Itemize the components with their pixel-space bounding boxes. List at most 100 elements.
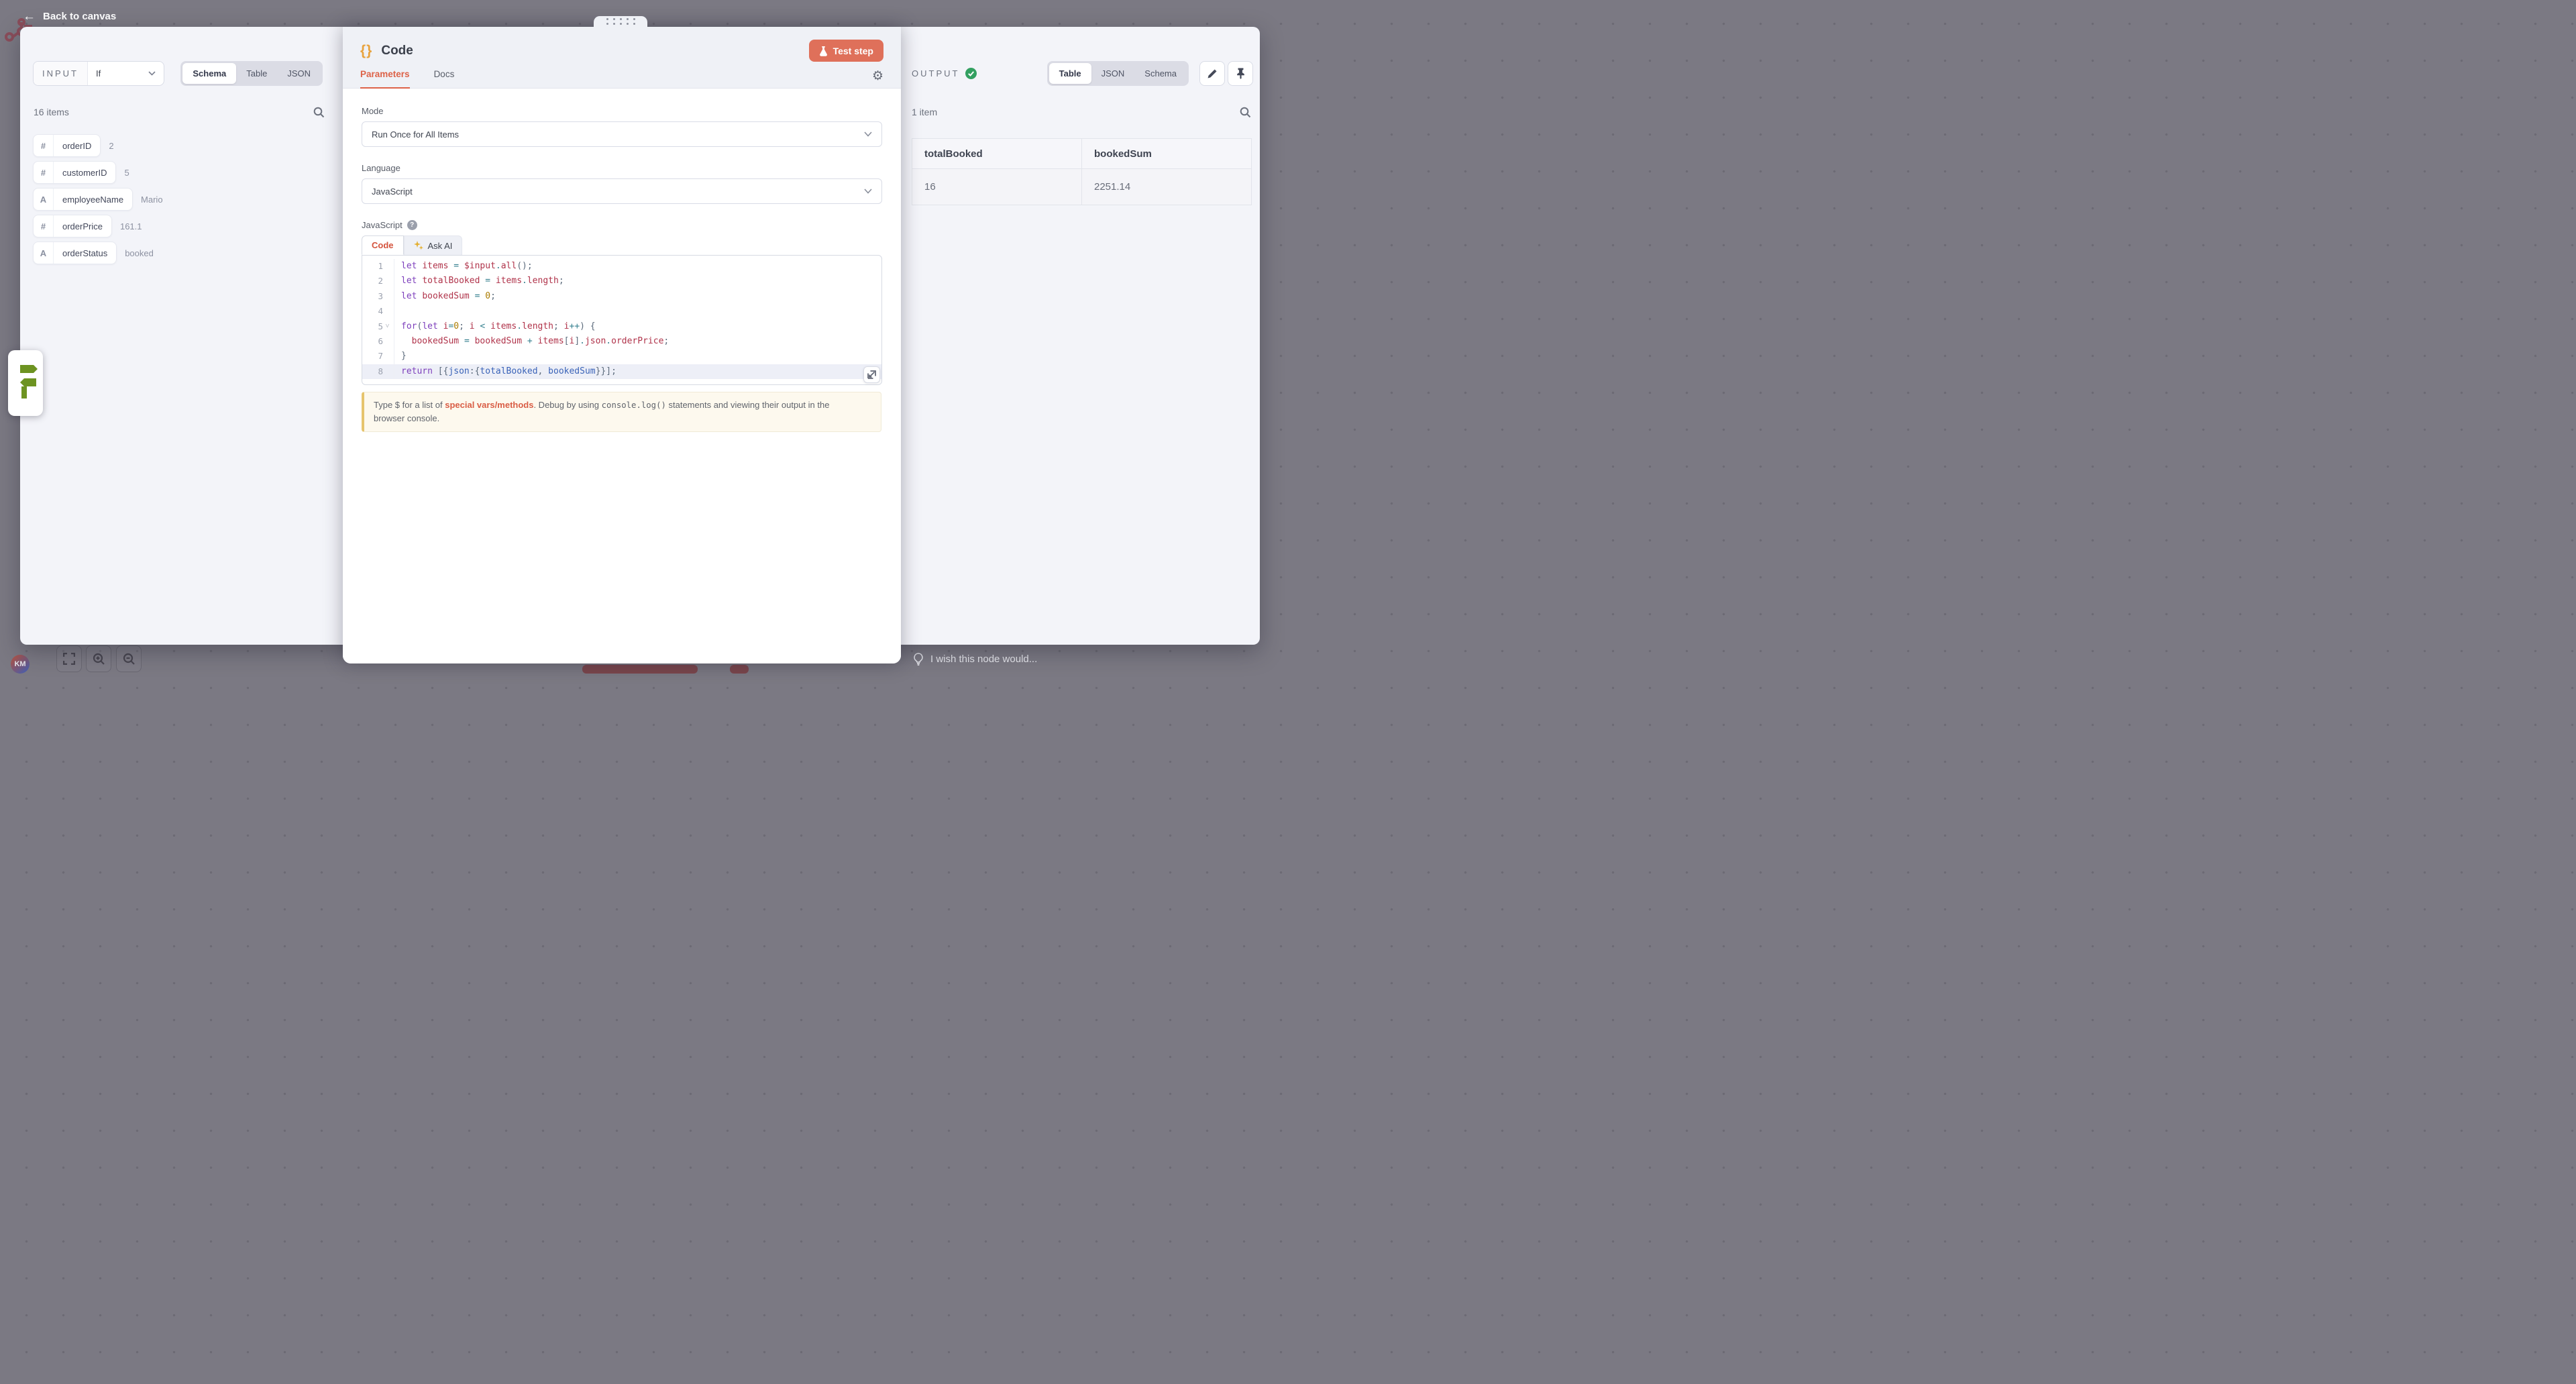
back-to-canvas-button[interactable]: ← Back to canvas <box>23 10 116 23</box>
chevron-down-icon <box>864 189 872 194</box>
zoom-in-icon <box>93 653 105 666</box>
user-avatar[interactable]: KM <box>11 655 30 674</box>
fit-view-icon <box>63 653 75 665</box>
flask-icon <box>819 46 828 56</box>
code-text: return [{json:{totalBooked, bookedSum}}]… <box>394 364 616 379</box>
schema-field[interactable]: AemployeeNameMario <box>33 188 163 211</box>
editor-hint: Type $ for a list of special vars/method… <box>362 392 881 432</box>
output-table: totalBookedbookedSum 162251.14 <box>912 138 1252 205</box>
pin-icon <box>1236 68 1246 79</box>
schema-field[interactable]: #customerID 5 <box>33 161 163 184</box>
zoom-out-button[interactable] <box>116 645 142 672</box>
code-line-6[interactable]: 6 bookedSum = bookedSum + items[i].json.… <box>362 334 881 349</box>
help-icon[interactable]: ? <box>407 220 417 230</box>
tab-ask-ai[interactable]: Ask AI <box>404 235 463 255</box>
output-label: OUTPUT <box>912 68 959 78</box>
field-value: 5 <box>124 168 129 178</box>
dimmed-execute-button <box>582 665 698 674</box>
field-pill[interactable]: #customerID <box>33 161 116 184</box>
field-pill[interactable]: AorderStatus <box>33 242 117 264</box>
code-line-3[interactable]: 3let bookedSum = 0; <box>362 289 881 304</box>
schema-field[interactable]: #orderPrice161.1 <box>33 215 163 237</box>
code-line-4[interactable]: 4 <box>362 304 881 319</box>
if-node-card[interactable] <box>8 350 43 416</box>
lightbulb-icon <box>914 653 923 666</box>
output-search-button[interactable] <box>1238 105 1252 119</box>
fold-chevron-icon[interactable]: ˅ <box>383 319 392 334</box>
chevron-down-icon <box>148 71 156 76</box>
output-column-header: bookedSum <box>1082 139 1252 169</box>
search-icon <box>313 107 325 118</box>
input-search-button[interactable] <box>312 105 325 119</box>
tab-input-table[interactable]: Table <box>236 63 277 84</box>
node-settings-gear-icon[interactable]: ⚙ <box>872 70 883 88</box>
output-row[interactable]: 162251.14 <box>912 169 1252 205</box>
code-line-2[interactable]: 2let totalBooked = items.length; <box>362 274 881 288</box>
back-arrow-icon: ← <box>23 10 36 23</box>
input-label: INPUT <box>34 62 88 85</box>
schema-field[interactable]: #orderID2 <box>33 134 163 157</box>
field-name: employeeName <box>54 189 132 210</box>
field-pill[interactable]: #orderID <box>33 134 101 157</box>
input-schema-fields: #orderID2 #customerID 5 AemployeeNameMario #… <box>33 134 163 264</box>
back-label: Back to canvas <box>43 11 116 22</box>
tab-output-table[interactable]: Table <box>1049 63 1091 84</box>
expand-editor-button[interactable] <box>863 366 880 383</box>
schema-field[interactable]: AorderStatus booked <box>33 242 163 264</box>
tab-code[interactable]: Code <box>362 235 404 255</box>
parameters-pane: Mode Run Once for All Items Language Jav… <box>343 89 901 663</box>
number-type-icon: # <box>34 135 54 156</box>
gutter: 2 <box>362 274 394 288</box>
avatar-initials: KM <box>14 660 25 668</box>
input-node-select[interactable]: INPUT If <box>33 61 164 86</box>
gutter: 1 <box>362 259 394 274</box>
field-name: orderID <box>54 135 100 156</box>
tab-output-schema[interactable]: Schema <box>1134 63 1187 84</box>
tab-input-schema[interactable]: Schema <box>182 63 236 84</box>
editor-label: JavaScript <box>362 220 402 230</box>
code-text: let items = $input.all(); <box>394 259 533 274</box>
special-vars-link[interactable]: special vars/methods <box>445 400 533 410</box>
fit-view-button[interactable] <box>56 645 82 672</box>
modal-drag-handle[interactable] <box>594 16 647 27</box>
input-items-count: 16 items <box>34 107 69 117</box>
wish-text: I wish this node would... <box>930 653 1037 665</box>
code-line-5[interactable]: 5˅for(let i=0; i < items.length; i++) { <box>362 319 881 334</box>
input-panel: INPUT If Schema Table JSON 16 items #ord… <box>20 27 343 645</box>
gutter: 5˅ <box>362 319 394 334</box>
code-editor[interactable]: 1let items = $input.all();2let totalBook… <box>362 255 882 385</box>
tab-parameters[interactable]: Parameters <box>360 69 410 89</box>
tab-output-json[interactable]: JSON <box>1091 63 1135 84</box>
input-selected-node: If <box>96 68 101 78</box>
output-cell: 16 <box>912 169 1082 205</box>
code-line-7[interactable]: 7} <box>362 349 881 364</box>
pin-data-button[interactable] <box>1228 61 1253 86</box>
output-items-count: 1 item <box>912 107 937 117</box>
edit-output-button[interactable] <box>1199 61 1225 86</box>
field-pill[interactable]: #orderPrice <box>33 215 112 237</box>
gutter: 3 <box>362 289 394 304</box>
code-text: for(let i=0; i < items.length; i++) { <box>394 319 596 334</box>
string-type-icon: A <box>34 189 54 210</box>
test-step-button[interactable]: Test step <box>809 40 883 62</box>
mode-select[interactable]: Run Once for All Items <box>362 121 882 147</box>
output-column-header: totalBooked <box>912 139 1082 169</box>
language-value: JavaScript <box>372 187 413 197</box>
zoom-out-icon <box>123 653 136 666</box>
string-type-icon: A <box>34 242 54 264</box>
code-line-1[interactable]: 1let items = $input.all(); <box>362 259 881 274</box>
language-select[interactable]: JavaScript <box>362 178 882 204</box>
chevron-down-icon <box>864 131 872 137</box>
code-line-8[interactable]: 8return [{json:{totalBooked, bookedSum}}… <box>362 364 881 379</box>
field-value: booked <box>125 248 154 258</box>
editor-tabs: Code Ask AI <box>362 235 882 255</box>
language-label: Language <box>362 163 882 173</box>
dimmed-canvas-button <box>730 665 749 674</box>
tab-input-json[interactable]: JSON <box>277 63 321 84</box>
zoom-in-button[interactable] <box>86 645 111 672</box>
test-step-label: Test step <box>833 46 873 56</box>
node-feedback-button[interactable]: I wish this node would... <box>914 653 1037 666</box>
tab-docs[interactable]: Docs <box>434 69 455 89</box>
field-pill[interactable]: AemployeeName <box>33 188 133 211</box>
code-text: bookedSum = bookedSum + items[i].json.or… <box>394 334 669 349</box>
